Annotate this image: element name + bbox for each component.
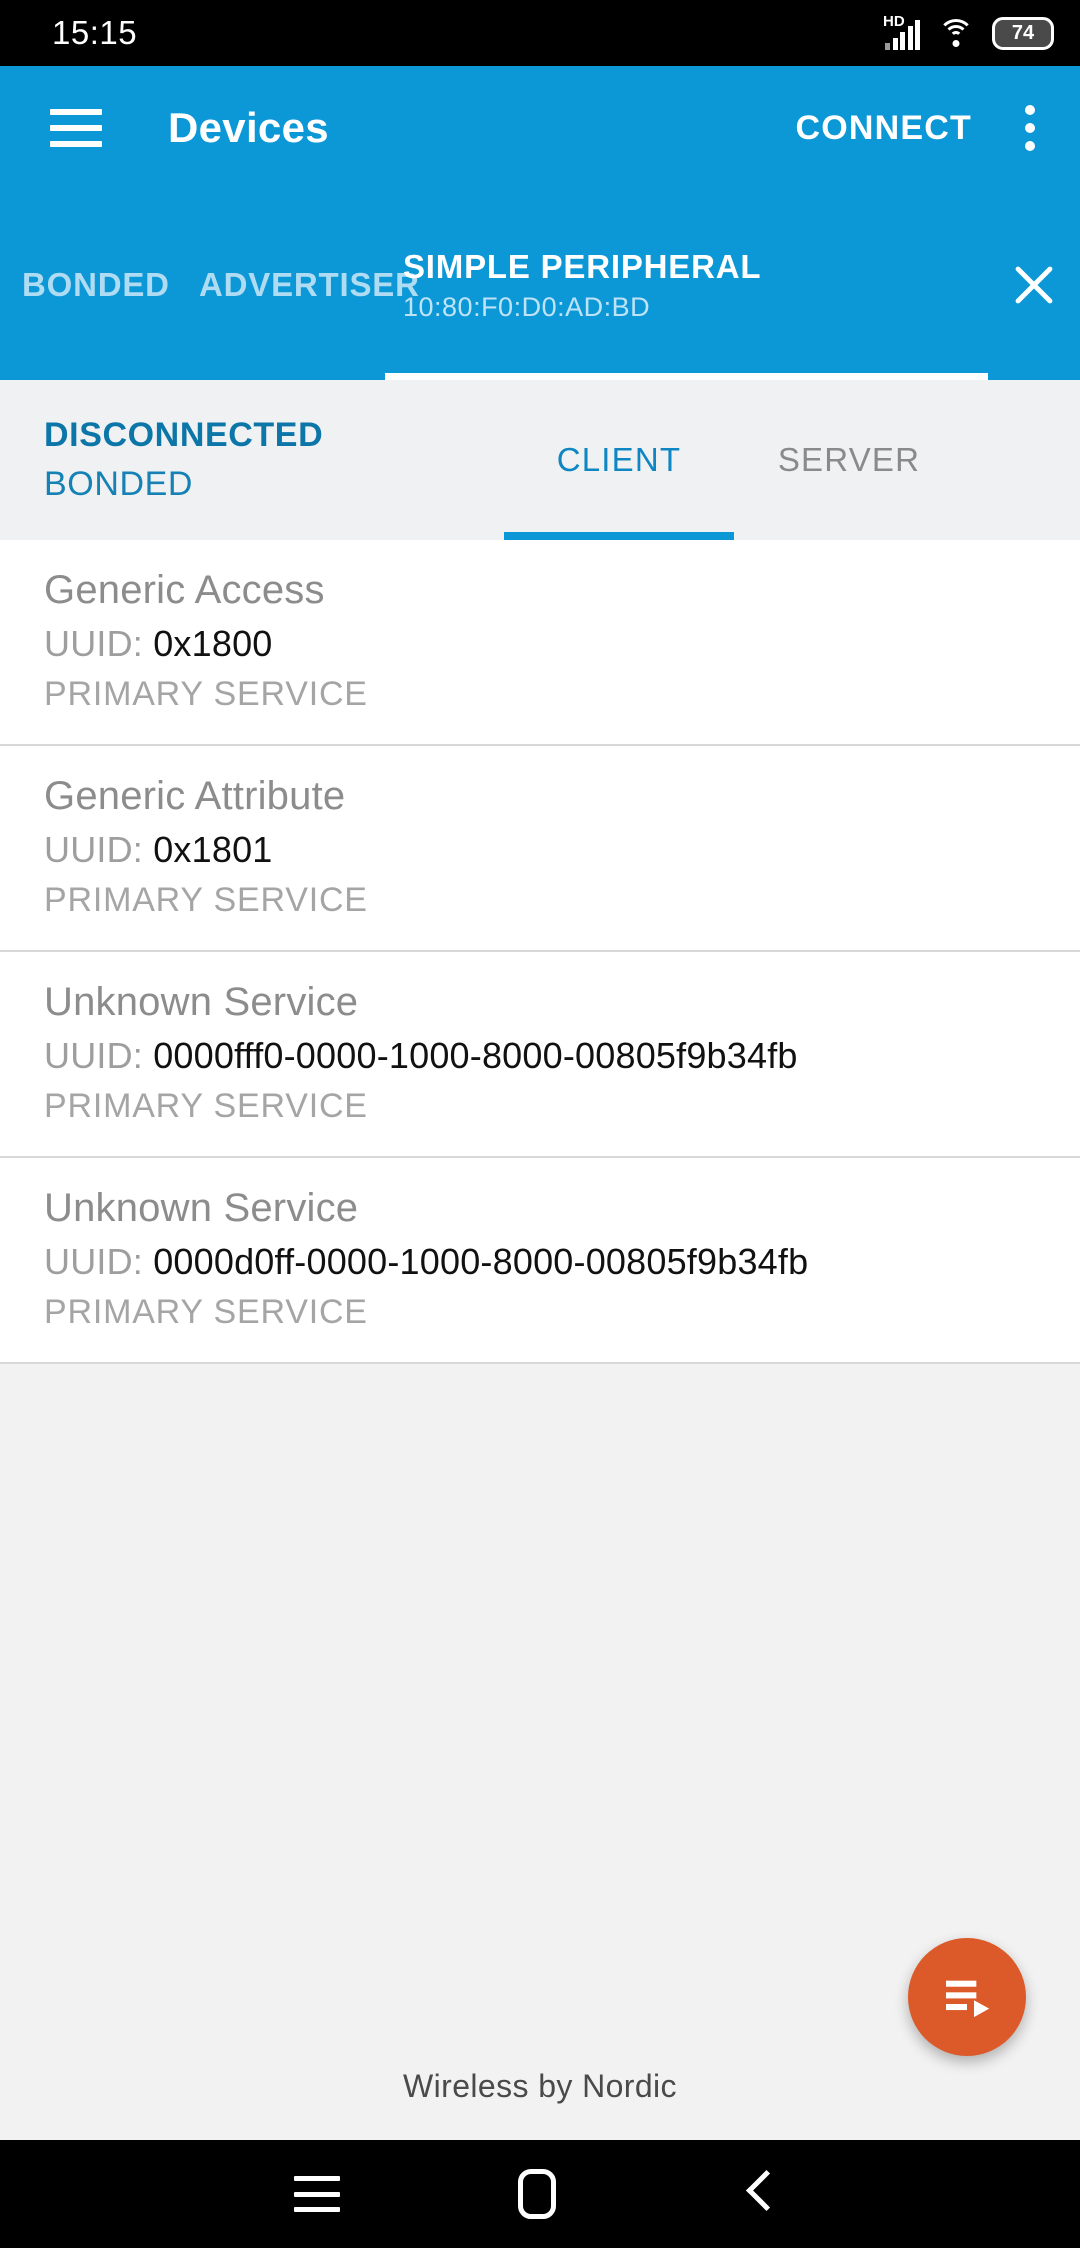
table-row[interactable]: Unknown Service UUID: 0000d0ff-0000-1000…: [0, 1158, 1080, 1364]
table-row[interactable]: Generic Attribute UUID: 0x1801 PRIMARY S…: [0, 746, 1080, 952]
tab-simple-peripheral-label: SIMPLE PERIPHERAL: [403, 247, 762, 285]
connection-state-label: DISCONNECTED: [44, 416, 324, 454]
tab-client-label: CLIENT: [556, 441, 682, 478]
tab-server-label: SERVER: [777, 441, 921, 478]
close-icon[interactable]: [988, 190, 1080, 380]
tab-device-address: 10:80:F0:D0:AD:BD: [403, 291, 651, 322]
service-type: PRIMARY SERVICE: [44, 1293, 368, 1331]
playlist-play-fab-button[interactable]: [908, 1938, 1026, 2056]
service-uuid-value: 0000fff0-0000-1000-8000-00805f9b34fb: [153, 1035, 798, 1076]
app-bar: Devices CONNECT: [0, 66, 1080, 190]
uuid-label: UUID:: [44, 829, 143, 870]
tab-advertiser-label: ADVERTISER: [199, 266, 420, 303]
service-uuid-line: UUID: 0000fff0-0000-1000-8000-00805f9b34…: [44, 1035, 1080, 1077]
service-type: PRIMARY SERVICE: [44, 675, 368, 713]
playlist-play-icon: [946, 1980, 990, 2018]
system-navigation-bar: 面包板社区 mianbaoban.cn: [0, 2140, 1080, 2248]
battery-icon: 74: [992, 16, 1054, 50]
mode-tab-bar: CLIENT SERVER: [504, 380, 964, 540]
uuid-label: UUID:: [44, 1241, 143, 1282]
service-uuid-value: 0000d0ff-0000-1000-8000-00805f9b34fb: [153, 1241, 809, 1282]
bond-state-label: BONDED: [44, 465, 194, 503]
hd-label: HD: [883, 13, 905, 30]
footer-text: Wireless by Nordic: [403, 2068, 677, 2104]
service-type: PRIMARY SERVICE: [44, 881, 368, 919]
service-uuid-value: 0x1801: [153, 829, 273, 870]
back-icon[interactable]: [702, 2140, 812, 2248]
service-name: Unknown Service: [44, 1186, 359, 1230]
uuid-label: UUID:: [44, 623, 143, 664]
table-row[interactable]: Generic Access UUID: 0x1800 PRIMARY SERV…: [0, 540, 1080, 746]
uuid-label: UUID:: [44, 1035, 143, 1076]
tab-server[interactable]: SERVER: [734, 380, 964, 540]
service-uuid-line: UUID: 0x1800: [44, 623, 1080, 665]
wifi-icon: [938, 19, 974, 47]
service-name: Generic Access: [44, 568, 325, 612]
hamburger-menu-icon[interactable]: [50, 109, 102, 147]
connection-status-row: DISCONNECTED BONDED CLIENT SERVER: [0, 380, 1080, 540]
device-tab-bar: BONDED ADVERTISER SIMPLE PERIPHERAL 10:8…: [0, 190, 1080, 380]
tab-bonded[interactable]: BONDED: [0, 190, 193, 380]
service-uuid-line: UUID: 0x1801: [44, 829, 1080, 871]
service-uuid-line: UUID: 0000d0ff-0000-1000-8000-00805f9b34…: [44, 1241, 1080, 1283]
overflow-menu-icon[interactable]: [1002, 100, 1058, 156]
tab-client[interactable]: CLIENT: [504, 380, 734, 540]
tab-bonded-label: BONDED: [22, 266, 170, 303]
connect-button[interactable]: CONNECT: [795, 109, 972, 148]
status-bar: 15:15 HD 74: [0, 0, 1080, 66]
status-icons: HD 74: [883, 13, 1054, 50]
tab-advertiser[interactable]: ADVERTISER: [193, 190, 420, 380]
service-name: Unknown Service: [44, 980, 359, 1024]
tab-simple-peripheral[interactable]: SIMPLE PERIPHERAL 10:80:F0:D0:AD:BD: [385, 190, 988, 380]
recents-icon[interactable]: [262, 2140, 372, 2248]
phone-screen: 15:15 HD 74 Devices CONNECT BONDED ADVER…: [0, 0, 1080, 2248]
service-type: PRIMARY SERVICE: [44, 1087, 368, 1125]
service-list: Generic Access UUID: 0x1800 PRIMARY SERV…: [0, 540, 1080, 1364]
table-row[interactable]: Unknown Service UUID: 0000fff0-0000-1000…: [0, 952, 1080, 1158]
signal-bars-icon: HD: [883, 13, 920, 50]
home-icon[interactable]: [482, 2140, 592, 2248]
page-title: Devices: [168, 104, 329, 151]
app-bar-actions: CONNECT: [795, 100, 1080, 156]
service-name: Generic Attribute: [44, 774, 346, 818]
service-uuid-value: 0x1800: [153, 623, 273, 664]
connection-state: DISCONNECTED BONDED: [44, 416, 504, 504]
battery-level: 74: [1011, 21, 1035, 44]
status-clock: 15:15: [52, 14, 138, 51]
